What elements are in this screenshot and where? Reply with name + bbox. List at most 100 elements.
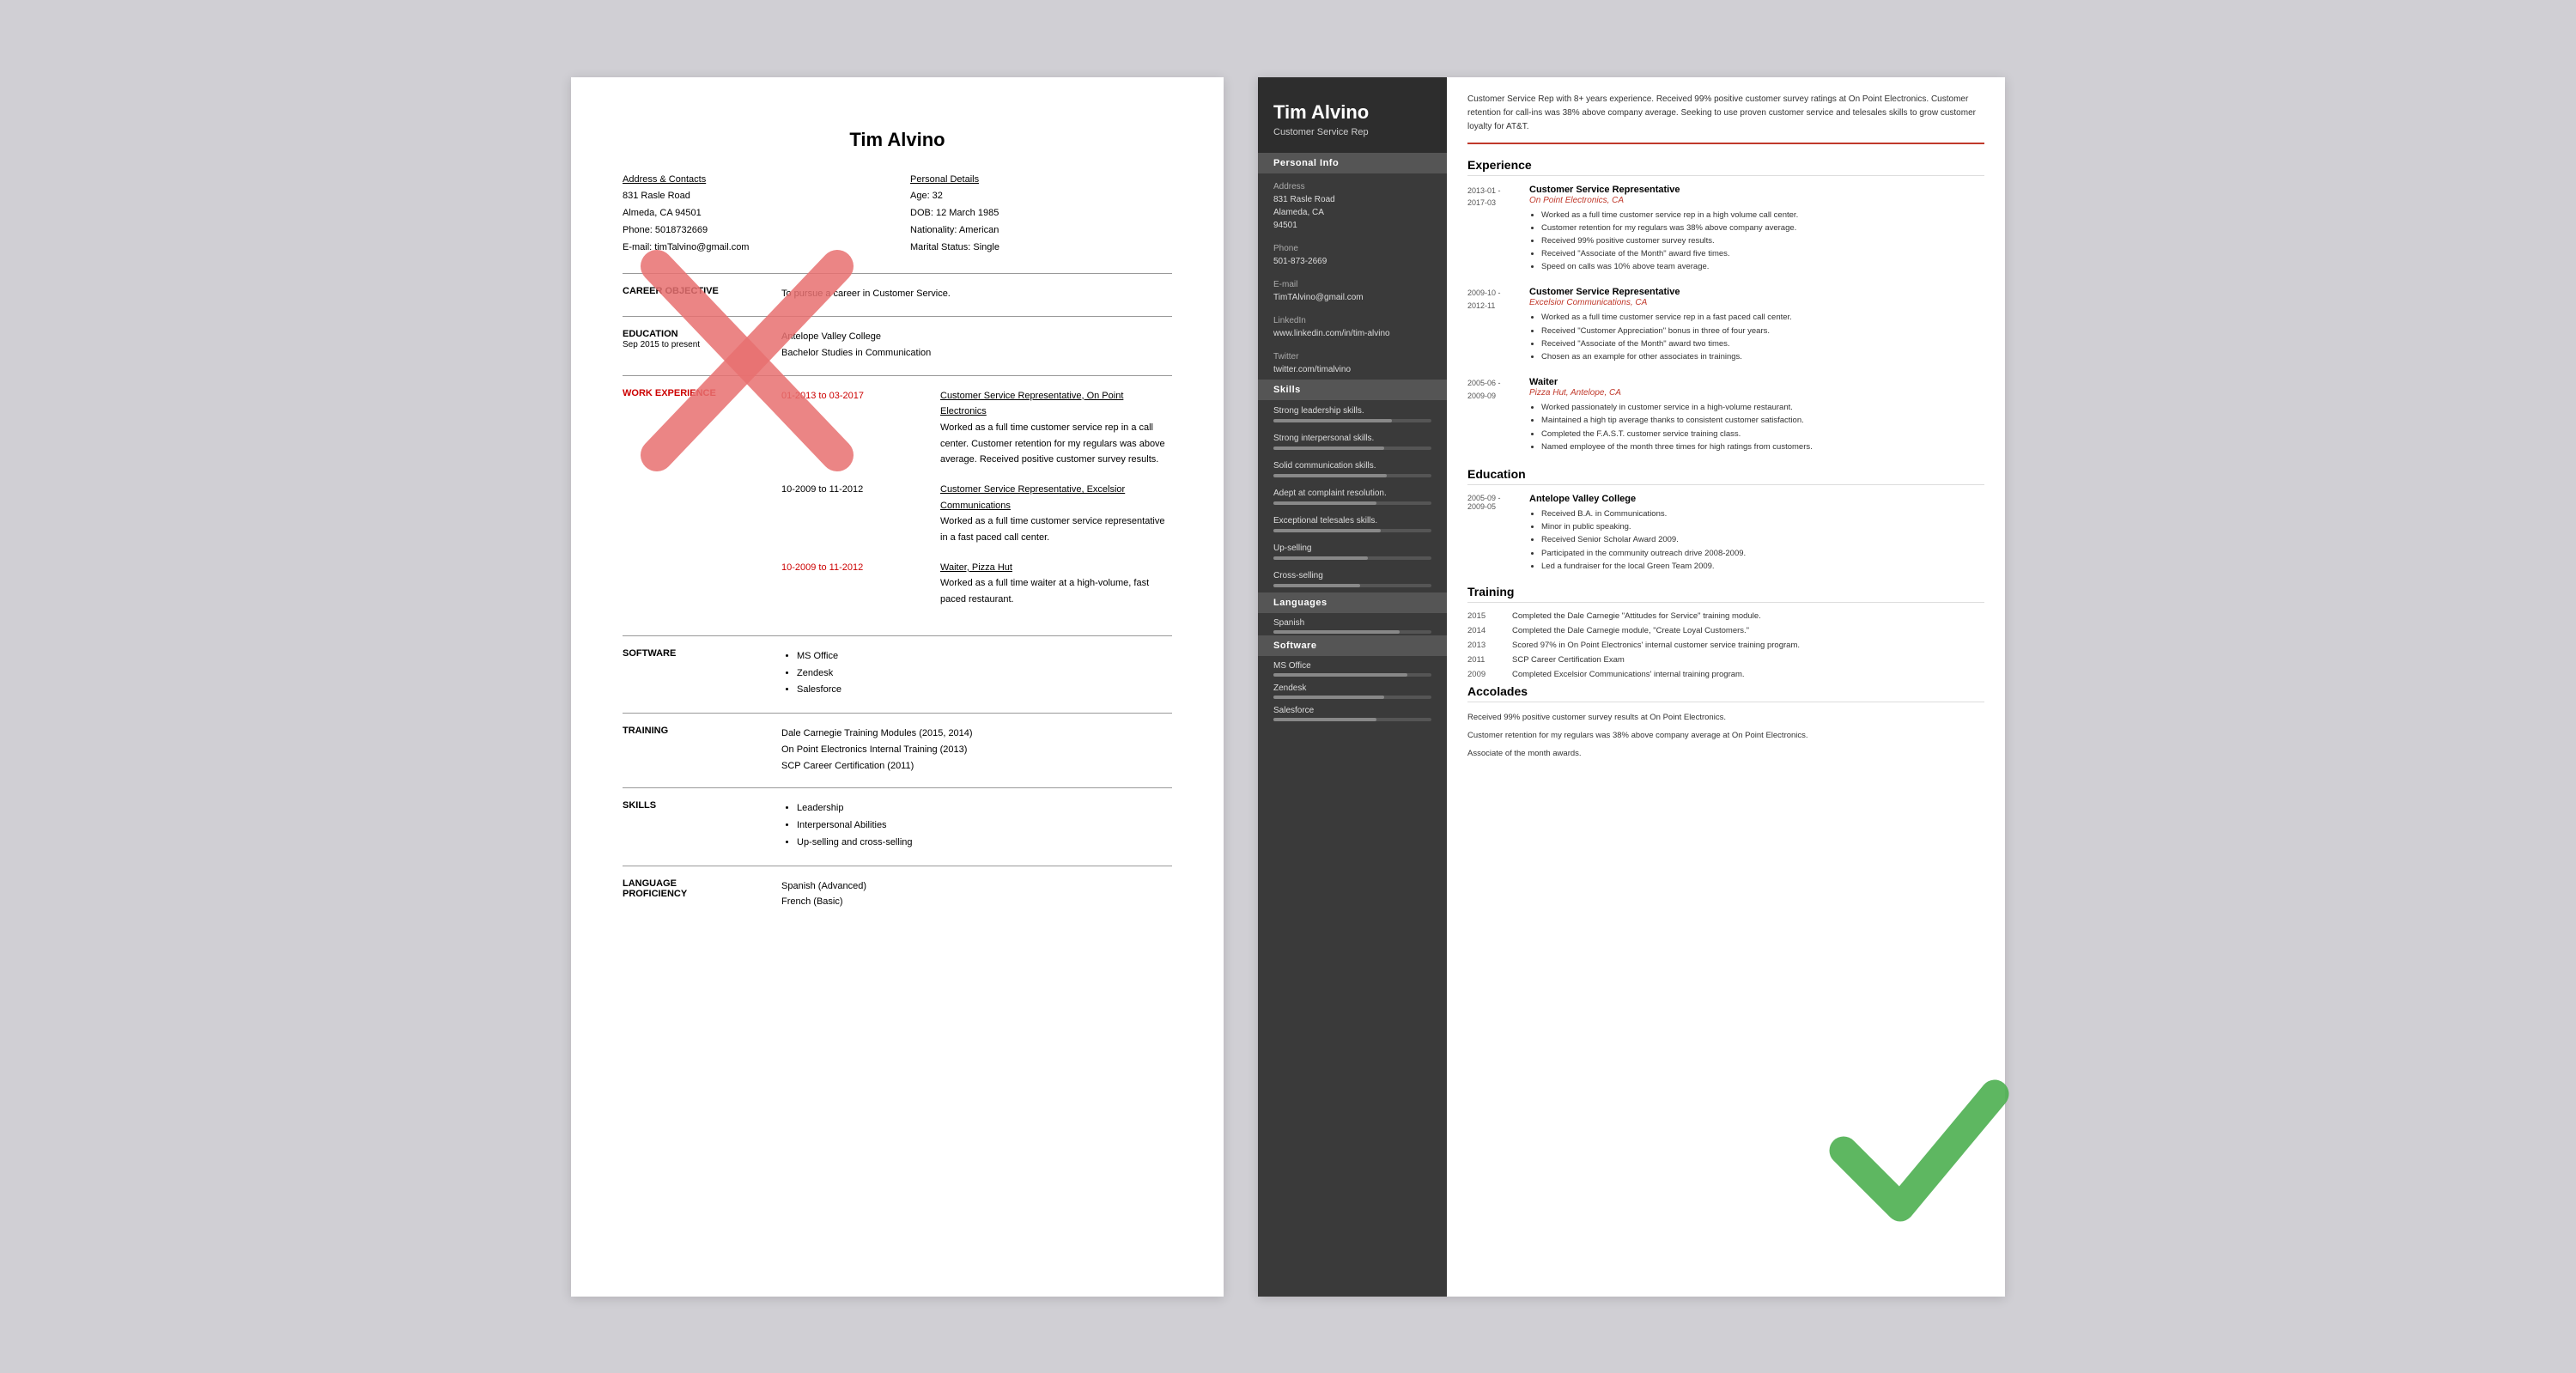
training-r-2: 2014 Completed the Dale Carnegie module,… [1467,626,1984,635]
education-section: EDUCATION Sep 2015 to present Antelope V… [623,329,1172,361]
sw-r-2: Zendesk [1258,678,1447,701]
skill-bar-bg-r-7 [1273,584,1431,587]
skill-2: Interpersonal Abilities [797,817,1172,835]
work-date-2: 10-2009 to 11-2012 [781,482,932,546]
software-header-r: Software [1258,635,1447,656]
summary-text: Customer Service Rep with 8+ years exper… [1467,93,1984,144]
exp-bullet-1-4: Received "Associate of the Month" award … [1541,247,1984,260]
sw-bar-fill-r-1 [1273,673,1407,677]
exp-bullet-3-3: Completed the F.A.S.T. customer service … [1541,428,1984,440]
sw-name-r-3: Salesforce [1273,706,1431,715]
exp-bullet-1-5: Speed on calls was 10% above team averag… [1541,260,1984,273]
personal-marital: Marital Status: Single [910,242,999,252]
training-r-3: 2013 Scored 97% in On Point Electronics'… [1467,641,1984,650]
skill-bar-fill-r-4 [1273,501,1376,505]
software-label: SOFTWARE [623,648,773,699]
exp-body-2: Customer Service Representative Excelsio… [1529,287,1984,363]
divider1 [623,273,1172,274]
exp-bullets-1: Worked as a full time customer service r… [1529,209,1984,274]
training-r-5: 2009 Completed Excelsior Communications'… [1467,670,1984,679]
edu-bullet-1-2: Minor in public speaking. [1541,520,1984,533]
training-text-r-3: Scored 97% in On Point Electronics' inte… [1512,641,1984,650]
personal-label: Personal Details [910,174,979,185]
skill-bar-fill-r-1 [1273,419,1392,422]
skill-1: Leadership [797,800,1172,817]
training-year-r-4: 2011 [1467,655,1502,665]
personal-dob: DOB: 12 March 1985 [910,208,999,218]
left-name: Tim Alvino [623,129,1172,151]
skill-name-r-3: Solid communication skills. [1273,461,1431,471]
education-title-r: Education [1467,467,1984,485]
skill-r-7: Cross-selling [1258,565,1447,592]
skill-r-4: Adept at complaint resolution. [1258,483,1447,510]
exp-bullet-2-4: Chosen as an example for other associate… [1541,350,1984,363]
edu-body-1: Antelope Valley College Received B.A. in… [1529,494,1984,573]
divider4 [623,635,1172,636]
sidebar-phone: Phone 501-873-2669 [1258,235,1447,271]
address-phone: Phone: 5018732669 [623,225,708,235]
exp-bullet-2-1: Worked as a full time customer service r… [1541,311,1984,324]
edu-bullet-1-5: Led a fundraiser for the local Green Tea… [1541,560,1984,573]
work-body-3: Waiter, Pizza Hut Worked as a full time … [940,560,1172,608]
job-title-1: Customer Service Representative, On Poin… [940,391,1123,417]
career-label: CAREER OBJECTIVE [623,286,773,302]
career-text: To pursue a career in Customer Service. [781,286,1172,302]
sw-name-r-1: MS Office [1273,661,1431,671]
skill-name-r-4: Adept at complaint resolution. [1273,489,1431,498]
sidebar-address: Address 831 Rasle RoadAlameda, CA94501 [1258,173,1447,235]
training-year-r-3: 2013 [1467,641,1502,650]
divider3 [623,375,1172,376]
lang-bar-bg-r-1 [1273,630,1431,634]
exp-bullet-3-1: Worked passionately in customer service … [1541,401,1984,414]
skill-bar-fill-r-3 [1273,474,1387,477]
skill-bar-fill-r-2 [1273,447,1384,450]
education-school: Antelope Valley College [781,331,881,342]
right-main: Customer Service Rep with 8+ years exper… [1447,77,2005,1297]
linkedin-label-r: LinkedIn [1273,316,1431,325]
lang-bar-fill-r-1 [1273,630,1400,634]
sw-bar-fill-r-2 [1273,696,1384,699]
training-year-r-5: 2009 [1467,670,1502,679]
exp-company-3: Pizza Hut, Antelope, CA [1529,388,1984,398]
exp-bullet-1-3: Received 99% positive customer survey re… [1541,234,1984,247]
lang-name-r-1: Spanish [1273,618,1431,628]
education-content: Antelope Valley College Bachelor Studies… [781,329,1172,361]
exp-bullet-1-2: Customer retention for my regulars was 3… [1541,222,1984,234]
sw-r-1: MS Office [1258,656,1447,678]
skill-bar-fill-r-5 [1273,529,1381,532]
sw-item-3: Salesforce [797,682,1172,699]
sidebar-person-title: Customer Service Rep [1273,127,1431,137]
edu-bullet-1-1: Received B.A. in Communications. [1541,507,1984,520]
exp-bullet-2-2: Received "Customer Appreciation" bonus i… [1541,325,1984,337]
training-year-r-1: 2015 [1467,611,1502,621]
training-year-r-2: 2014 [1467,626,1502,635]
accolades-title-r: Accolades [1467,684,1984,702]
address-value-r: 831 Rasle RoadAlameda, CA94501 [1273,193,1431,232]
skill-name-r-6: Up-selling [1273,544,1431,553]
accolade-3: Associate of the month awards. [1467,747,1984,760]
training-text-r-2: Completed the Dale Carnegie module, "Cre… [1512,626,1984,635]
skill-r-1: Strong leadership skills. [1258,400,1447,428]
divider5 [623,713,1172,714]
phone-value-r: 501-873-2669 [1273,255,1431,268]
lang-r-1: Spanish [1258,613,1447,635]
training-text-r-4: SCP Career Certification Exam [1512,655,1984,665]
skills-header-r: Skills [1258,380,1447,400]
exp-entry-1: 2013-01 -2017-03 Customer Service Repres… [1467,185,1984,274]
language-content: Spanish (Advanced) French (Basic) [781,878,1172,910]
education-degree: Bachelor Studies in Communication [781,348,931,358]
address-label: Address & Contacts [623,174,706,185]
left-address-col: Address & Contacts 831 Rasle Road Almeda… [623,172,884,257]
right-sidebar: Tim Alvino Customer Service Rep Personal… [1258,77,1447,1297]
work-date-1: 01-2013 to 03-2017 [781,388,932,468]
exp-body-3: Waiter Pizza Hut, Antelope, CA Worked pa… [1529,377,1984,453]
skill-bar-fill-r-7 [1273,584,1360,587]
exp-dates-3: 2005-06 -2009-09 [1467,377,1519,453]
left-resume: Tim Alvino Address & Contacts 831 Rasle … [571,77,1224,1297]
skill-bar-bg-r-5 [1273,529,1431,532]
accolade-1: Received 99% positive customer survey re… [1467,711,1984,724]
exp-bullets-2: Worked as a full time customer service r… [1529,311,1984,363]
sw-name-r-2: Zendesk [1273,683,1431,693]
sw-bar-fill-r-3 [1273,718,1376,721]
training-section: TRAINING Dale Carnegie Training Modules … [623,726,1172,774]
